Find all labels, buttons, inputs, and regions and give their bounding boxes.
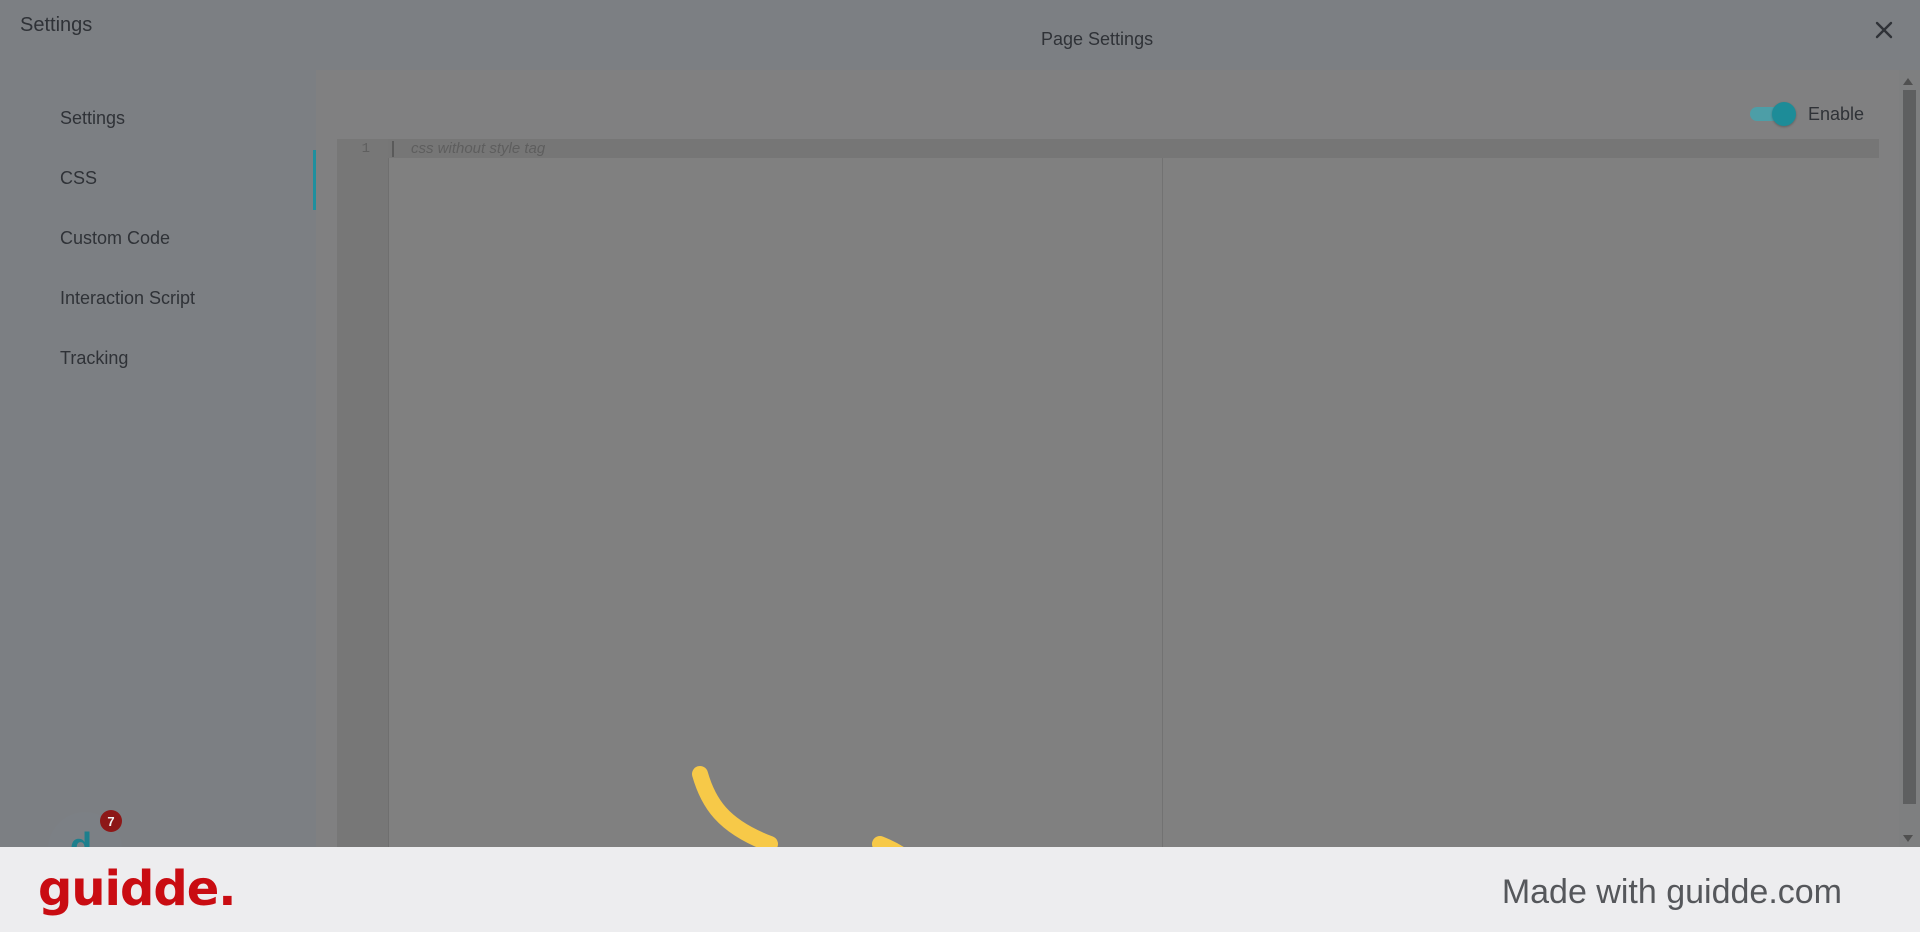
- print-margin-line: [1162, 158, 1163, 848]
- css-code-editor[interactable]: 1 css without style tag: [337, 139, 1879, 848]
- sidebar-item-interaction-script[interactable]: Interaction Script: [0, 270, 316, 330]
- sidebar-item-label: CSS: [60, 168, 98, 188]
- sidebar-item-label: Custom Code: [60, 228, 171, 248]
- guidde-footer: guidde. Made with guidde.com: [0, 847, 1920, 932]
- dialog-title: Page Settings: [1041, 29, 1154, 49]
- settings-sidebar: Settings CSS Custom Code Interaction Scr…: [0, 70, 317, 848]
- made-with-text: Made with guidde.com: [1501, 873, 1842, 911]
- top-bar: Settings Page Settings: [0, 0, 1920, 70]
- sidebar-item-label: Interaction Script: [60, 288, 196, 308]
- enable-label: Enable: [1808, 104, 1865, 124]
- notification-badge: 7: [100, 810, 122, 832]
- sidebar-item-custom-code[interactable]: Custom Code: [0, 210, 316, 270]
- editor-placeholder: css without style tag: [411, 140, 546, 157]
- scroll-down-icon[interactable]: [1903, 835, 1913, 842]
- line-number-gutter: 1: [337, 139, 389, 848]
- guidde-logo: guidde.: [38, 861, 236, 917]
- sidebar-item-label: Tracking: [60, 348, 129, 368]
- enable-toggle[interactable]: [1750, 102, 1796, 126]
- close-icon: [1875, 21, 1893, 39]
- close-button[interactable]: [1868, 14, 1900, 46]
- text-cursor: [392, 141, 394, 157]
- active-line-highlight: [388, 139, 1879, 158]
- app-title: Settings: [20, 14, 93, 36]
- page-settings-dialog: Settings Page Settings Settings CSS Cust…: [0, 0, 1920, 932]
- vertical-scrollbar[interactable]: [1899, 70, 1920, 848]
- scroll-up-icon[interactable]: [1903, 78, 1913, 85]
- line-number: 1: [361, 141, 370, 157]
- scroll-thumb[interactable]: [1903, 90, 1916, 804]
- sidebar-item-settings[interactable]: Settings: [0, 90, 316, 150]
- toggle-knob: [1772, 102, 1796, 126]
- sidebar-item-label: Settings: [60, 108, 126, 128]
- sidebar-item-tracking[interactable]: Tracking: [0, 330, 316, 390]
- sidebar-item-css[interactable]: CSS: [0, 150, 316, 210]
- click-annotation-icon: [692, 766, 908, 862]
